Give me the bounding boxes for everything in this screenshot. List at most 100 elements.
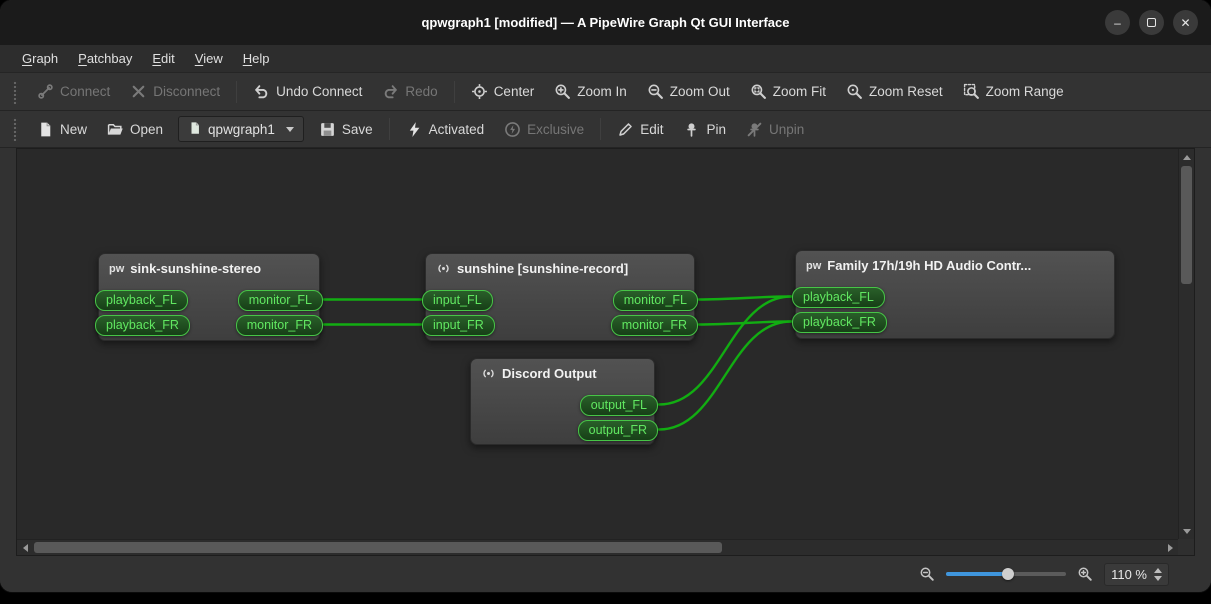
capture-icon: [436, 261, 451, 276]
center-button[interactable]: Center: [462, 78, 544, 105]
open-button[interactable]: Open: [98, 116, 172, 143]
pipewire-icon: pw: [806, 260, 821, 272]
maximize-button[interactable]: [1139, 10, 1164, 35]
zoom-out-button[interactable]: Zoom Out: [638, 78, 739, 105]
zoom-spinbox[interactable]: 110 %: [1104, 563, 1169, 586]
pin-button[interactable]: Pin: [674, 116, 735, 143]
arrow-up-icon: [1183, 155, 1191, 160]
zoom-fit-icon: [750, 83, 767, 100]
scroll-up-button[interactable]: [1179, 149, 1195, 165]
arrow-left-icon: [23, 544, 28, 552]
node-family-hd-audio[interactable]: pw Family 17h/19h HD Audio Contr... play…: [795, 250, 1115, 339]
close-button[interactable]: ✕: [1173, 10, 1198, 35]
port-output-fr[interactable]: output_FR: [578, 420, 658, 441]
port-playback-fl[interactable]: playback_FL: [95, 290, 188, 311]
toolbar-separator: [454, 81, 455, 103]
node-sink-sunshine-stereo[interactable]: pw sink-sunshine-stereo playback_FL play…: [98, 253, 320, 341]
unpin-icon: [746, 121, 763, 138]
window-title: qpwgraph1 [modified] — A PipeWire Graph …: [421, 15, 789, 30]
window-controls: – ✕: [1105, 0, 1198, 45]
zoom-slider-handle[interactable]: [1002, 568, 1014, 580]
vertical-scrollbar-thumb[interactable]: [1181, 166, 1192, 284]
zoom-in-icon: [554, 83, 571, 100]
port-monitor-fl[interactable]: monitor_FL: [238, 290, 323, 311]
connect-icon: [37, 83, 54, 100]
minimize-icon: –: [1114, 17, 1121, 29]
menu-view[interactable]: View: [185, 45, 233, 72]
port-playback-fr[interactable]: playback_FR: [95, 315, 190, 336]
capture-icon: [481, 366, 496, 381]
undo-icon: [253, 83, 270, 100]
zoom-fit-button[interactable]: Zoom Fit: [741, 78, 835, 105]
edit-button[interactable]: Edit: [608, 116, 672, 143]
node-discord-output[interactable]: Discord Output output_FL output_FR: [470, 358, 655, 445]
horizontal-scrollbar-thumb[interactable]: [34, 542, 722, 553]
port-output-fl[interactable]: output_FL: [580, 395, 658, 416]
horizontal-scrollbar[interactable]: [17, 539, 1178, 555]
combo-value: qpwgraph1: [208, 122, 275, 137]
open-folder-icon: [107, 121, 124, 138]
spin-down-button[interactable]: [1154, 576, 1162, 581]
exclusive-button[interactable]: Exclusive: [495, 116, 593, 143]
activated-button[interactable]: Activated: [397, 116, 494, 143]
zoom-in-button[interactable]: Zoom In: [545, 78, 636, 105]
menu-graph[interactable]: Graph: [12, 45, 68, 72]
scroll-right-button[interactable]: [1162, 540, 1178, 556]
redo-button[interactable]: Redo: [373, 78, 446, 105]
activated-bolt-icon: [406, 121, 423, 138]
edit-pencil-icon: [617, 121, 634, 138]
menu-patchbay[interactable]: Patchbay: [68, 45, 142, 72]
vertical-scrollbar[interactable]: [1178, 149, 1194, 539]
disconnect-button[interactable]: Disconnect: [121, 78, 229, 105]
connect-button[interactable]: Connect: [28, 78, 119, 105]
scroll-left-button[interactable]: [17, 540, 33, 556]
node-title: sunshine [sunshine-record]: [457, 261, 628, 276]
node-title: sink-sunshine-stereo: [130, 261, 261, 276]
arrow-down-icon: [1183, 529, 1191, 534]
port-input-fl[interactable]: input_FL: [422, 290, 493, 311]
zoom-reset-button[interactable]: Zoom Reset: [837, 78, 952, 105]
patchbay-file-icon: [188, 121, 202, 138]
exclusive-icon: [504, 121, 521, 138]
redo-icon: [382, 83, 399, 100]
minimize-button[interactable]: –: [1105, 10, 1130, 35]
statusbar: 110 %: [0, 556, 1211, 592]
new-file-icon: [37, 121, 54, 138]
zoom-slider[interactable]: [946, 566, 1066, 582]
save-button[interactable]: Save: [310, 116, 382, 143]
node-title: Family 17h/19h HD Audio Contr...: [827, 258, 1031, 273]
menu-edit[interactable]: Edit: [142, 45, 184, 72]
new-button[interactable]: New: [28, 116, 96, 143]
center-icon: [471, 83, 488, 100]
zoom-in-button[interactable]: [1077, 566, 1093, 582]
zoom-out-button[interactable]: [919, 566, 935, 582]
menu-help[interactable]: Help: [233, 45, 280, 72]
undo-connect-button[interactable]: Undo Connect: [244, 78, 371, 105]
scroll-down-button[interactable]: [1179, 523, 1195, 539]
node-title: Discord Output: [502, 366, 597, 381]
port-monitor-fr[interactable]: monitor_FR: [611, 315, 698, 336]
spin-up-button[interactable]: [1154, 568, 1162, 573]
zoom-out-icon: [647, 83, 664, 100]
port-monitor-fr[interactable]: monitor_FR: [236, 315, 323, 336]
pin-icon: [683, 121, 700, 138]
menubar: Graph Patchbay Edit View Help: [0, 45, 1211, 73]
chevron-down-icon: [286, 127, 294, 132]
toolbar-drag-handle[interactable]: [12, 117, 18, 141]
titlebar[interactable]: qpwgraph1 [modified] — A PipeWire Graph …: [0, 0, 1211, 45]
disconnect-icon: [130, 83, 147, 100]
toolbar-separator: [389, 118, 390, 140]
zoom-range-button[interactable]: Zoom Range: [954, 78, 1073, 105]
patchbay-session-combo[interactable]: qpwgraph1: [178, 116, 304, 142]
port-playback-fl[interactable]: playback_FL: [792, 287, 885, 308]
node-sunshine-record[interactable]: sunshine [sunshine-record] input_FL inpu…: [425, 253, 695, 341]
graph-canvas[interactable]: pw sink-sunshine-stereo playback_FL play…: [17, 149, 1178, 539]
zoom-value: 110 %: [1111, 567, 1147, 582]
port-playback-fr[interactable]: playback_FR: [792, 312, 887, 333]
port-monitor-fl[interactable]: monitor_FL: [613, 290, 698, 311]
zoom-range-icon: [963, 83, 980, 100]
toolbar-drag-handle[interactable]: [12, 80, 18, 104]
save-icon: [319, 121, 336, 138]
unpin-button[interactable]: Unpin: [737, 116, 813, 143]
port-input-fr[interactable]: input_FR: [422, 315, 495, 336]
